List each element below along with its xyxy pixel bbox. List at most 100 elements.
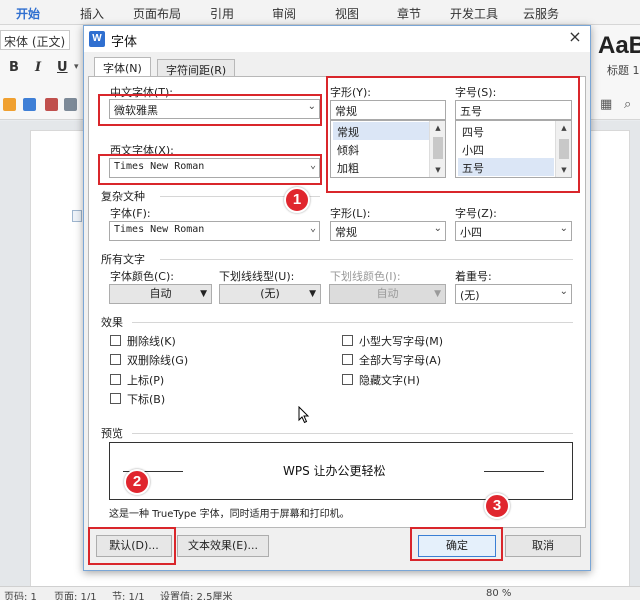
checkbox-box[interactable] xyxy=(110,374,121,385)
ribbon-tab-chapter[interactable]: 章节 xyxy=(397,5,421,22)
ribbon-tab-references[interactable]: 引用 xyxy=(210,5,234,22)
export-pdf-icon[interactable] xyxy=(45,98,58,111)
chevron-down-icon: ⌄ xyxy=(309,223,316,234)
find-icon[interactable]: ⌕ xyxy=(624,97,631,112)
highlight-ok-button xyxy=(410,527,503,561)
ribbon-tab-page-layout[interactable]: 页面布局 xyxy=(133,5,181,22)
checkbox-box[interactable] xyxy=(110,335,121,346)
underline-style-button[interactable]: (无) ▼ xyxy=(219,284,321,304)
all-text-header: 所有文字 xyxy=(101,253,145,266)
preview-text: WPS 让办公更轻松 xyxy=(283,464,386,478)
preview-baseline-right xyxy=(484,471,544,472)
preview-note: 这是一种 TrueType 字体，同时适用于屏幕和打印机。 xyxy=(109,509,350,520)
checkbox-label: 双删除线(G) xyxy=(127,354,189,367)
underline-style-label: 下划线线型(U): xyxy=(219,270,295,283)
chevron-down-icon: ⌄ xyxy=(559,286,568,297)
hidden-text-checkbox[interactable]: 隐藏文字(H) xyxy=(342,372,420,388)
complex-style-value: 常规 xyxy=(335,226,357,239)
wps-app-icon: W xyxy=(89,31,105,47)
ribbon-tab-home[interactable]: 开始 xyxy=(16,5,40,22)
close-icon[interactable]: × xyxy=(566,28,584,46)
checkbox-label: 小型大写字母(M) xyxy=(359,335,444,348)
preview-header: 预览 xyxy=(101,427,123,440)
all-caps-checkbox[interactable]: 全部大写字母(A) xyxy=(342,352,441,368)
ribbon-tab-cloud[interactable]: 云服务 xyxy=(523,5,559,22)
underline-button[interactable]: U xyxy=(57,60,68,75)
checkbox-label: 上标(P) xyxy=(127,374,165,387)
strikethrough-checkbox[interactable]: 删除线(K) xyxy=(110,333,176,349)
highlight-default-button xyxy=(88,527,176,565)
paste-options-icon[interactable]: ▦ xyxy=(600,97,612,112)
dialog-title: 字体 xyxy=(111,35,138,50)
underline-dropdown-icon[interactable]: ▾ xyxy=(74,62,79,72)
complex-size-select[interactable]: 小四 ⌄ xyxy=(455,221,572,241)
checkbox-label: 删除线(K) xyxy=(127,335,176,348)
font-color-label: 字体颜色(C): xyxy=(110,270,174,283)
ribbon-tab-bar: 开始 插入 页面布局 引用 审阅 视图 章节 开发工具 云服务 xyxy=(0,0,640,25)
font-color-button[interactable]: 自动 ▼ xyxy=(109,284,212,304)
checkbox-box[interactable] xyxy=(110,354,121,365)
mouse-cursor-icon xyxy=(298,406,310,424)
save-icon[interactable] xyxy=(23,98,36,111)
chevron-down-icon: ⌄ xyxy=(433,223,442,234)
highlight-style-size xyxy=(326,76,580,193)
print-icon[interactable] xyxy=(64,98,77,111)
highlight-western-font xyxy=(98,154,322,185)
checkbox-label: 全部大写字母(A) xyxy=(359,354,442,367)
subscript-checkbox[interactable]: 下标(B) xyxy=(110,391,165,407)
style-name-heading1: 标题 1 xyxy=(607,64,640,77)
section-divider xyxy=(160,259,573,260)
ribbon-tab-review[interactable]: 审阅 xyxy=(272,5,296,22)
ribbon-tab-insert[interactable]: 插入 xyxy=(80,5,104,22)
style-sample-heading1[interactable]: AaB xyxy=(598,32,640,60)
complex-size-label: 字号(Z): xyxy=(455,207,497,220)
checkbox-box[interactable] xyxy=(342,335,353,346)
checkbox-box[interactable] xyxy=(110,393,121,404)
complex-font-select[interactable]: Times New Roman ⌄ xyxy=(109,221,320,241)
ribbon-tab-developer[interactable]: 开发工具 xyxy=(450,5,498,22)
superscript-checkbox[interactable]: 上标(P) xyxy=(110,372,164,388)
cancel-button[interactable]: 取消 xyxy=(505,535,581,557)
complex-font-label: 字体(F): xyxy=(110,207,151,220)
section-divider xyxy=(132,433,573,434)
double-strikethrough-checkbox[interactable]: 双删除线(G) xyxy=(110,352,188,368)
step-badge-2: 2 xyxy=(124,469,150,495)
text-effect-button[interactable]: 文本效果(E)... xyxy=(177,535,269,557)
dropdown-arrow-icon: ▼ xyxy=(434,289,441,299)
zoom-level[interactable]: 80 % xyxy=(486,588,511,599)
section-divider xyxy=(132,322,573,323)
italic-button[interactable]: I xyxy=(35,60,41,75)
complex-script-header: 复杂文种 xyxy=(101,190,145,203)
small-caps-checkbox[interactable]: 小型大写字母(M) xyxy=(342,333,443,349)
status-section: 节: 1/1 xyxy=(112,592,145,600)
complex-style-label: 字形(L): xyxy=(330,207,371,220)
dropdown-arrow-icon: ▼ xyxy=(309,289,316,299)
paragraph-marker-icon xyxy=(72,210,82,222)
emphasis-mark-label: 着重号: xyxy=(455,270,492,283)
emphasis-mark-select[interactable]: (无) ⌄ xyxy=(455,284,572,304)
font-name-box[interactable]: 宋体 (正文) xyxy=(0,30,70,50)
effects-header: 效果 xyxy=(101,316,123,329)
step-badge-1: 1 xyxy=(284,187,310,213)
highlight-chinese-font xyxy=(98,94,322,126)
status-bar: 页码: 1 页面: 1/1 节: 1/1 设置值: 2.5厘米 80 % xyxy=(0,586,640,600)
complex-style-select[interactable]: 常规 ⌄ xyxy=(330,221,446,241)
underline-color-value: 自动 xyxy=(376,287,399,300)
complex-font-value: Times New Roman xyxy=(114,224,205,235)
underline-color-button: 自动 ▼ xyxy=(329,284,446,304)
step-badge-3: 3 xyxy=(484,493,510,519)
emphasis-mark-value: (无) xyxy=(460,289,480,302)
underline-color-label: 下划线颜色(I): xyxy=(330,270,401,283)
complex-size-value: 小四 xyxy=(460,226,482,239)
checkbox-box[interactable] xyxy=(342,354,353,365)
checkbox-label: 下标(B) xyxy=(127,393,166,406)
status-setting: 设置值: 2.5厘米 xyxy=(160,592,233,600)
font-color-value: 自动 xyxy=(149,287,172,300)
open-folder-icon[interactable] xyxy=(3,98,16,111)
dialog-title-bar xyxy=(84,26,590,52)
underline-style-value: (无) xyxy=(260,287,280,300)
ribbon-tab-view[interactable]: 视图 xyxy=(335,5,359,22)
checkbox-label: 隐藏文字(H) xyxy=(359,374,420,387)
bold-button[interactable]: B xyxy=(9,60,19,75)
checkbox-box[interactable] xyxy=(342,374,353,385)
